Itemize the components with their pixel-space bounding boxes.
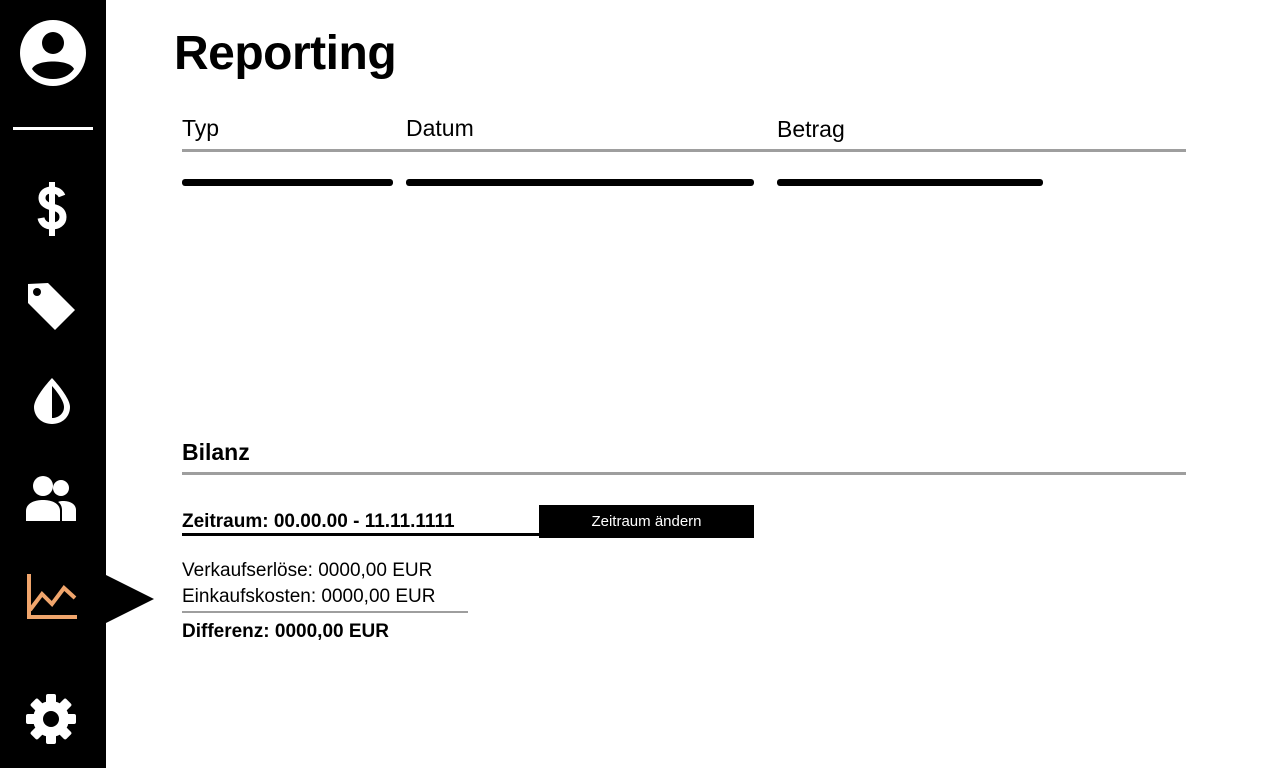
period-underline	[182, 533, 540, 536]
revenue-line: Verkaufserlöse: 0000,00 EUR	[182, 560, 433, 581]
drop-icon[interactable]	[31, 376, 73, 426]
account-circle-icon[interactable]	[19, 19, 87, 87]
table-header-divider	[182, 149, 1186, 152]
chart-icon[interactable]	[26, 572, 78, 620]
period-label: Zeitraum: 00.00.00 - 11.11.1111	[182, 511, 455, 532]
column-header-betrag[interactable]: Betrag	[777, 115, 845, 143]
tag-icon[interactable]	[26, 281, 76, 331]
costs-line: Einkaufskosten: 0000,00 EUR	[182, 586, 436, 607]
balance-section-title: Bilanz	[182, 439, 250, 465]
sum-divider	[182, 611, 468, 613]
placeholder-cell-datum	[406, 179, 754, 186]
gear-icon[interactable]	[26, 694, 76, 744]
change-period-button[interactable]: Zeitraum ändern	[539, 505, 754, 538]
column-header-datum[interactable]: Datum	[406, 114, 474, 142]
group-icon[interactable]	[26, 474, 76, 522]
difference-line: Differenz: 0000,00 EUR	[182, 621, 389, 642]
sidebar-divider	[13, 127, 93, 130]
page-title: Reporting	[174, 27, 397, 80]
placeholder-cell-betrag	[777, 179, 1043, 186]
placeholder-cell-typ	[182, 179, 393, 186]
column-header-typ[interactable]: Typ	[182, 114, 219, 142]
active-nav-pointer	[106, 575, 154, 623]
sidebar	[0, 0, 106, 768]
dollar-icon[interactable]	[36, 182, 68, 236]
balance-divider	[182, 472, 1186, 475]
